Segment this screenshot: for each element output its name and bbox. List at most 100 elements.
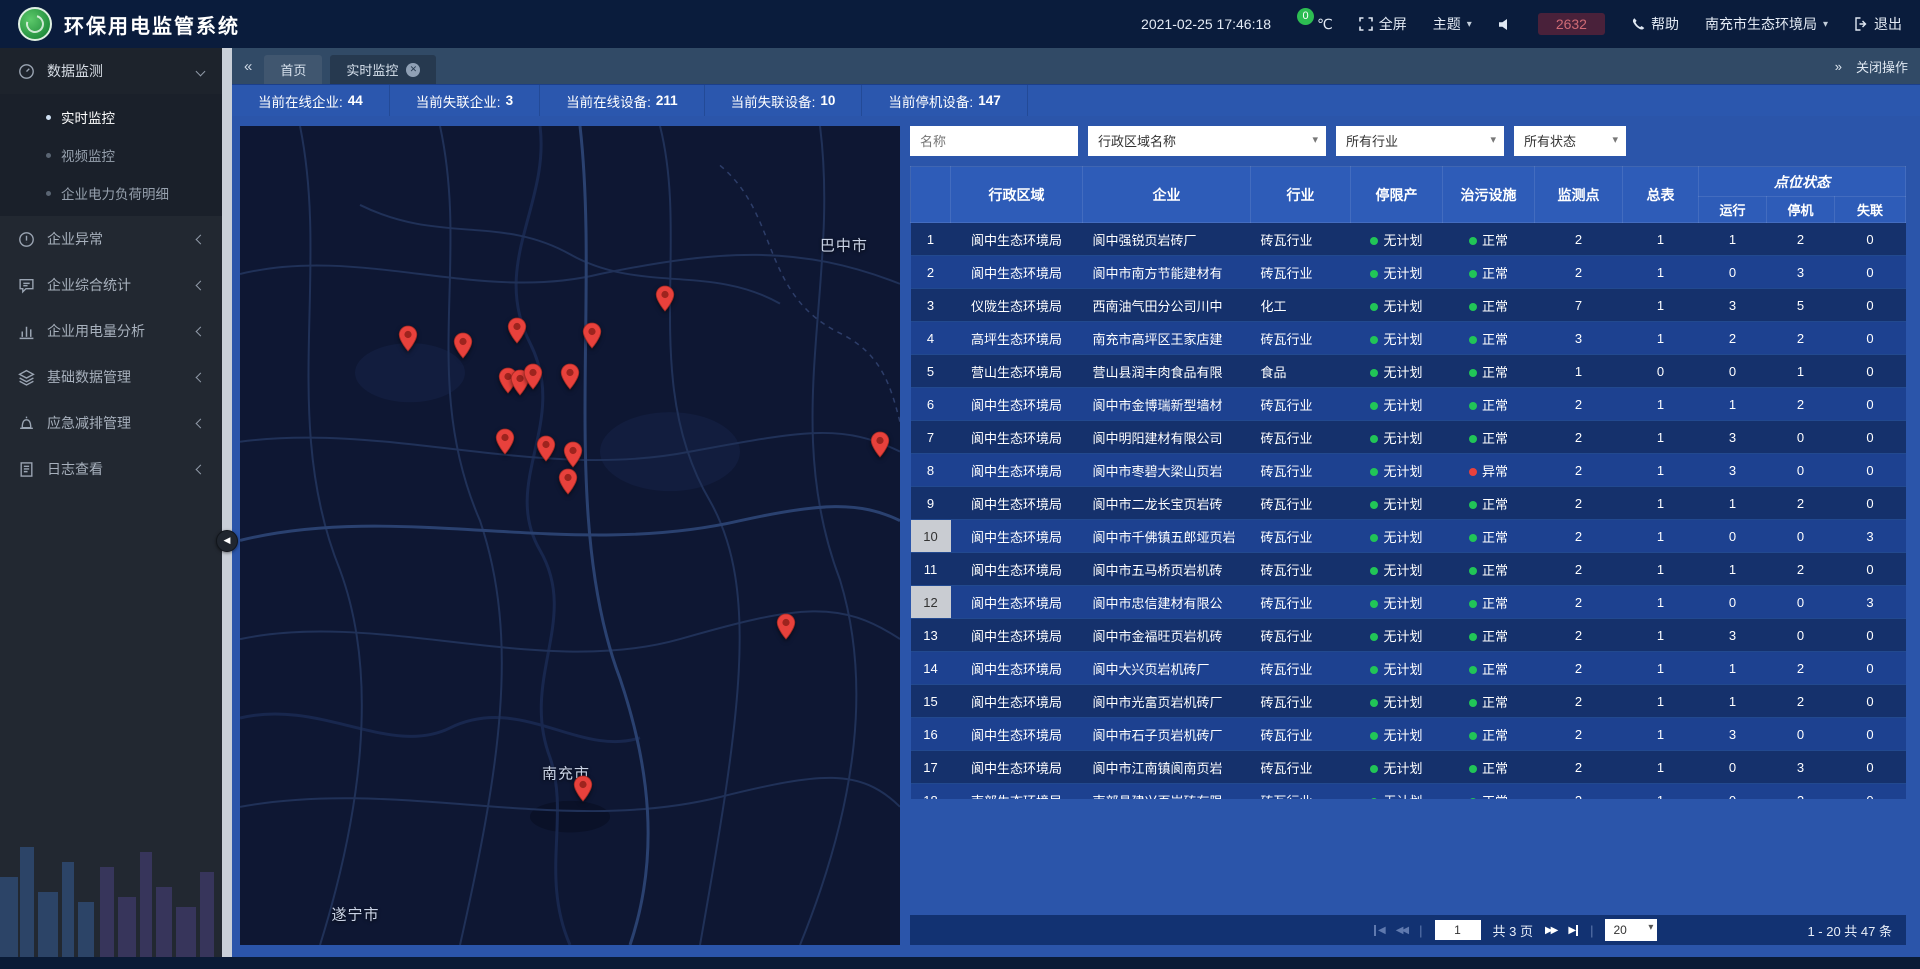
help-button[interactable]: 帮助 (1631, 14, 1679, 34)
map-pin-icon[interactable] (536, 435, 556, 467)
cell-company[interactable]: 阆中市千佛镇五郎垭页岩 (1083, 520, 1251, 553)
cell-company[interactable]: 阆中大兴页岩机砖厂 (1083, 652, 1251, 685)
cell-company[interactable]: 南部县建兴页岩砖有限 (1083, 784, 1251, 800)
table-row[interactable]: 3 仪陇生态环境局 西南油气田分公司川中 化工 无计划 正常 7 1 3 (911, 289, 1906, 322)
table-row[interactable]: 13 阆中生态环境局 阆中市金福旺页岩机砖 砖瓦行业 无计划 正常 2 1 3 (911, 619, 1906, 652)
cell-index[interactable]: 5 (911, 355, 951, 388)
table-row[interactable]: 2 阆中生态环境局 阆中市南方节能建材有 砖瓦行业 无计划 正常 2 1 0 (911, 256, 1906, 289)
sidebar-group-data-monitoring[interactable]: 数据监测 (0, 48, 222, 94)
map-pin-icon[interactable] (573, 775, 593, 807)
sidebar-group-log-view[interactable]: 日志查看 (0, 446, 222, 492)
table-row[interactable]: 6 阆中生态环境局 阆中市金博瑞新型墙材 砖瓦行业 无计划 正常 2 1 1 (911, 388, 1906, 421)
table-row[interactable]: 9 阆中生态环境局 阆中市二龙长宝页岩砖 砖瓦行业 无计划 正常 2 1 1 (911, 487, 1906, 520)
table-row[interactable]: 15 阆中生态环境局 阆中市光富页岩机砖厂 砖瓦行业 无计划 正常 2 1 1 (911, 685, 1906, 718)
map-panel[interactable]: 巴中市 南充市 遂宁市 (240, 126, 900, 945)
sidebar-group-emergency-reduction[interactable]: 应急减排管理 (0, 400, 222, 446)
tabs-scroll-right-button[interactable]: » (1835, 59, 1842, 74)
close-operations-dropdown[interactable]: 关闭操作 (1856, 57, 1908, 76)
cell-index[interactable]: 4 (911, 322, 951, 355)
cell-company[interactable]: 南充市高坪区王家店建 (1083, 322, 1251, 355)
page-size-select[interactable]: 20 ▾ (1605, 919, 1657, 941)
table-row[interactable]: 14 阆中生态环境局 阆中大兴页岩机砖厂 砖瓦行业 无计划 正常 2 1 1 (911, 652, 1906, 685)
sidebar-group-enterprise-abnormal[interactable]: 企业异常 (0, 216, 222, 262)
last-page-button[interactable]: ▶ (1568, 925, 1578, 936)
map-pin-icon[interactable] (582, 322, 602, 354)
cell-index[interactable]: 2 (911, 256, 951, 289)
sidebar-group-power-analysis[interactable]: 企业用电量分析 (0, 308, 222, 354)
map-pin-icon[interactable] (453, 332, 473, 364)
cell-company[interactable]: 阆中市二龙长宝页岩砖 (1083, 487, 1251, 520)
sidebar-group-enterprise-statistics[interactable]: 企业综合统计 (0, 262, 222, 308)
status-filter-select[interactable]: 所有状态 ▾ (1514, 126, 1626, 156)
table-row[interactable]: 8 阆中生态环境局 阆中市枣碧大梁山页岩 砖瓦行业 无计划 异常 2 1 3 (911, 454, 1906, 487)
fullscreen-button[interactable]: 全屏 (1359, 14, 1407, 34)
table-row[interactable]: 12 阆中生态环境局 阆中市忠信建材有限公 砖瓦行业 无计划 正常 2 1 0 (911, 586, 1906, 619)
cell-index[interactable]: 11 (911, 553, 951, 586)
cell-index[interactable]: 6 (911, 388, 951, 421)
org-dropdown[interactable]: 南充市生态环境局 ▾ (1705, 14, 1828, 34)
map-pin-icon[interactable] (776, 613, 796, 645)
table-row[interactable]: 11 阆中生态环境局 阆中市五马桥页岩机砖 砖瓦行业 无计划 正常 2 1 1 (911, 553, 1906, 586)
cell-company[interactable]: 阆中市江南镇阆南页岩 (1083, 751, 1251, 784)
table-row[interactable]: 7 阆中生态环境局 阆中明阳建材有限公司 砖瓦行业 无计划 正常 2 1 3 (911, 421, 1906, 454)
next-page-button[interactable]: ▶▶ (1545, 925, 1556, 936)
cell-company[interactable]: 阆中市光富页岩机砖厂 (1083, 685, 1251, 718)
table-row[interactable]: 4 高坪生态环境局 南充市高坪区王家店建 砖瓦行业 无计划 正常 3 1 2 (911, 322, 1906, 355)
cell-index[interactable]: 16 (911, 718, 951, 751)
table-row[interactable]: 18 南部生态环境局 南部县建兴页岩砖有限 砖瓦行业 无计划 正常 2 1 0 (911, 784, 1906, 800)
cell-index[interactable]: 3 (911, 289, 951, 322)
table-row[interactable]: 1 阆中生态环境局 阆中强锐页岩砖厂 砖瓦行业 无计划 正常 2 1 1 (911, 223, 1906, 256)
sidebar-collapse-button[interactable]: ◀ (216, 530, 238, 552)
map-pin-icon[interactable] (558, 468, 578, 500)
sidebar-item-power-load-detail[interactable]: 企业电力负荷明细 (0, 174, 222, 212)
table-row[interactable]: 17 阆中生态环境局 阆中市江南镇阆南页岩 砖瓦行业 无计划 正常 2 1 0 (911, 751, 1906, 784)
cell-company[interactable]: 阆中强锐页岩砖厂 (1083, 223, 1251, 256)
cell-company[interactable]: 西南油气田分公司川中 (1083, 289, 1251, 322)
cell-company[interactable]: 阆中市石子页岩机砖厂 (1083, 718, 1251, 751)
cell-index[interactable]: 7 (911, 421, 951, 454)
map-pin-icon[interactable] (507, 317, 527, 349)
cell-company[interactable]: 阆中市五马桥页岩机砖 (1083, 553, 1251, 586)
page-number-input[interactable] (1435, 920, 1481, 940)
cell-company[interactable]: 阆中市金博瑞新型墙材 (1083, 388, 1251, 421)
cell-company[interactable]: 阆中市南方节能建材有 (1083, 256, 1251, 289)
first-page-button[interactable]: ◀ (1374, 925, 1384, 936)
industry-filter-select[interactable]: 所有行业 ▾ (1336, 126, 1504, 156)
theme-dropdown[interactable]: 主题 ▾ (1433, 14, 1472, 34)
cell-company[interactable]: 阆中市金福旺页岩机砖 (1083, 619, 1251, 652)
table-row[interactable]: 16 阆中生态环境局 阆中市石子页岩机砖厂 砖瓦行业 无计划 正常 2 1 3 (911, 718, 1906, 751)
map-pin-icon[interactable] (560, 363, 580, 395)
region-filter-select[interactable]: 行政区域名称 ▾ (1088, 126, 1326, 156)
cell-index[interactable]: 1 (911, 223, 951, 256)
map-pin-icon[interactable] (870, 431, 890, 463)
cell-index[interactable]: 18 (911, 784, 951, 800)
sidebar-item-realtime-monitoring[interactable]: 实时监控 (0, 98, 222, 136)
cell-company[interactable]: 阆中明阳建材有限公司 (1083, 421, 1251, 454)
cell-index[interactable]: 14 (911, 652, 951, 685)
map-pin-icon[interactable] (655, 285, 675, 317)
cell-index[interactable]: 9 (911, 487, 951, 520)
cell-index[interactable]: 12 (911, 586, 951, 619)
logout-button[interactable]: 退出 (1854, 14, 1902, 34)
prev-page-button[interactable]: ◀◀ (1396, 925, 1407, 936)
map-pin-icon[interactable] (495, 428, 515, 460)
cell-index[interactable]: 13 (911, 619, 951, 652)
sidebar-group-base-data[interactable]: 基础数据管理 (0, 354, 222, 400)
speaker-icon[interactable] (1498, 18, 1512, 31)
tabs-scroll-left-button[interactable]: « (244, 58, 252, 75)
tab-home[interactable]: 首页 (264, 55, 322, 84)
cell-company[interactable]: 阆中市忠信建材有限公 (1083, 586, 1251, 619)
table-row[interactable]: 10 阆中生态环境局 阆中市千佛镇五郎垭页岩 砖瓦行业 无计划 正常 2 1 0 (911, 520, 1906, 553)
cell-index[interactable]: 17 (911, 751, 951, 784)
alert-count-badge[interactable]: 2632 (1538, 13, 1605, 35)
map-pin-icon[interactable] (523, 363, 543, 395)
table-row[interactable]: 5 营山生态环境局 营山县润丰肉食品有限 食品 无计划 正常 1 0 0 (911, 355, 1906, 388)
map-pin-icon[interactable] (398, 325, 418, 357)
cell-company[interactable]: 阆中市枣碧大梁山页岩 (1083, 454, 1251, 487)
cell-company[interactable]: 营山县润丰肉食品有限 (1083, 355, 1251, 388)
close-icon[interactable]: ✕ (406, 63, 420, 77)
cell-index[interactable]: 15 (911, 685, 951, 718)
cell-index[interactable]: 10 (911, 520, 951, 553)
cell-index[interactable]: 8 (911, 454, 951, 487)
sidebar-item-video-monitoring[interactable]: 视频监控 (0, 136, 222, 174)
